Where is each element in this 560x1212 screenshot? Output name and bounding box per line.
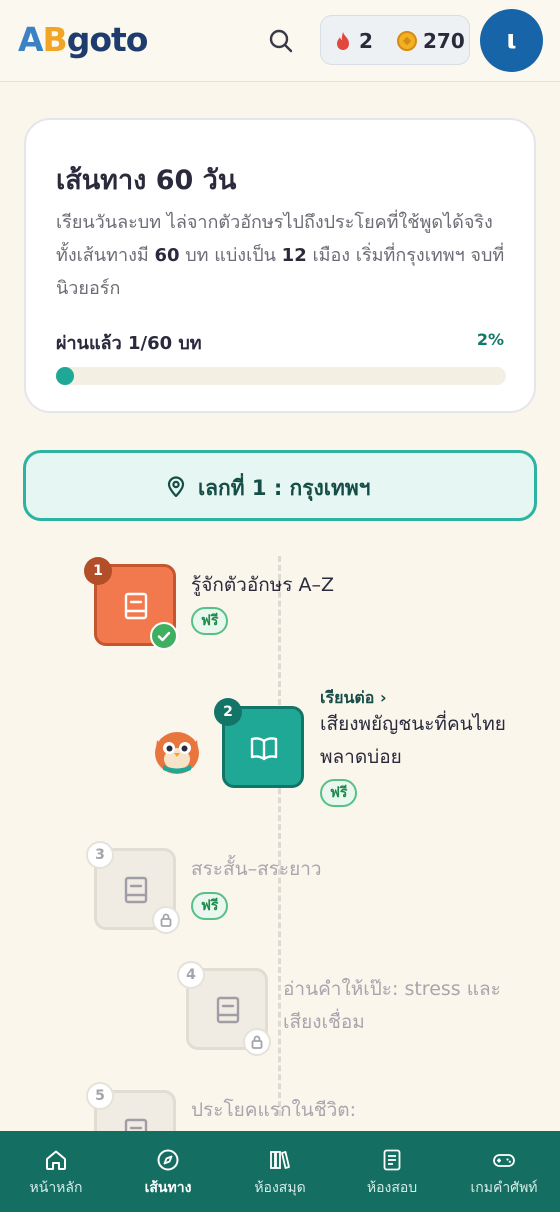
home-icon [46,1150,66,1170]
stats-pill[interactable]: 2 270 [320,15,470,65]
lesson-number-badge: 4 [177,961,205,989]
lock-icon [152,906,180,934]
path-connector [278,556,281,1116]
compass-icon [157,1149,179,1171]
nav-word-game[interactable]: เกมคำศัพท์ [448,1131,560,1212]
lesson-title-4: อ่านคำให้เป๊ะ: stress และเสียงเชื่อม [283,978,501,1033]
stop-banner[interactable]: เลกที่ 1 : กรุงเทพฯ [23,450,537,521]
open-book-icon [250,737,278,761]
book-icon [216,996,240,1024]
course-title: เส้นทาง 60 วัน [56,165,237,196]
bird-mascot-icon [155,732,199,774]
book-icon [124,876,148,904]
stop-label: เลกที่ 1 : กรุงเทพฯ [198,476,371,500]
gamepad-icon [493,1154,515,1167]
lesson-number-badge: 2 [214,698,242,726]
course-card: เส้นทาง 60 วัน เรียนวันละบท ไล่จากตัวอัก… [24,118,536,413]
map-pin-icon [167,476,185,498]
chevron-right-icon: › [379,688,387,707]
nav-path[interactable]: เส้นทาง [112,1131,224,1212]
book-icon [124,592,148,620]
nav-exam[interactable]: ห้องสอบ [336,1131,448,1212]
lock-icon [243,1028,271,1056]
lesson-title-5: ประโยคแรกในชีวิต: [191,1099,357,1121]
coin-icon [397,31,417,51]
check-icon [150,622,178,650]
streak-count: 2 [359,29,373,53]
app-logo[interactable]: ABgoto [18,20,148,59]
coin-count: 270 [423,29,465,53]
lesson-number-badge: 1 [84,557,112,585]
free-tag: ฟรี [191,892,229,920]
avatar[interactable]: ι [480,9,543,72]
nav-home[interactable]: หน้าหลัก [0,1131,112,1212]
lesson-title-3: สระสั้น–สระยาว [191,858,322,880]
free-tag: ฟรี [191,607,229,635]
progress-label: ผ่านแล้ว 1/60 บท [56,333,202,354]
lesson-number-badge: 3 [86,841,114,869]
search-icon [269,29,293,53]
course-description: เรียนวันละบท ไล่จากตัวอักษรไปถึงประโยคที… [56,212,505,299]
exam-icon [383,1149,401,1171]
progress-percent: 2% [476,330,504,349]
lesson-title-1[interactable]: รู้จักตัวอักษร A–Z [191,569,334,602]
nav-library[interactable]: ห้องสมุด [224,1131,336,1212]
search-button[interactable] [266,26,296,56]
top-bar: ABgoto 2 270 ι [0,0,560,82]
lesson-number-badge: 5 [86,1082,114,1110]
lesson-title-2[interactable]: เสียงพยัญชนะที่คนไทยพลาดบ่อย [320,708,520,774]
books-icon [270,1151,290,1169]
progress-fill [56,367,74,385]
progress-bar [56,367,506,385]
bottom-nav: หน้าหลัก เส้นทาง ห้องสมุด ห้องสอบ เกมคำศ… [0,1131,560,1212]
free-tag: ฟรี [320,779,358,807]
flame-icon [337,32,349,50]
